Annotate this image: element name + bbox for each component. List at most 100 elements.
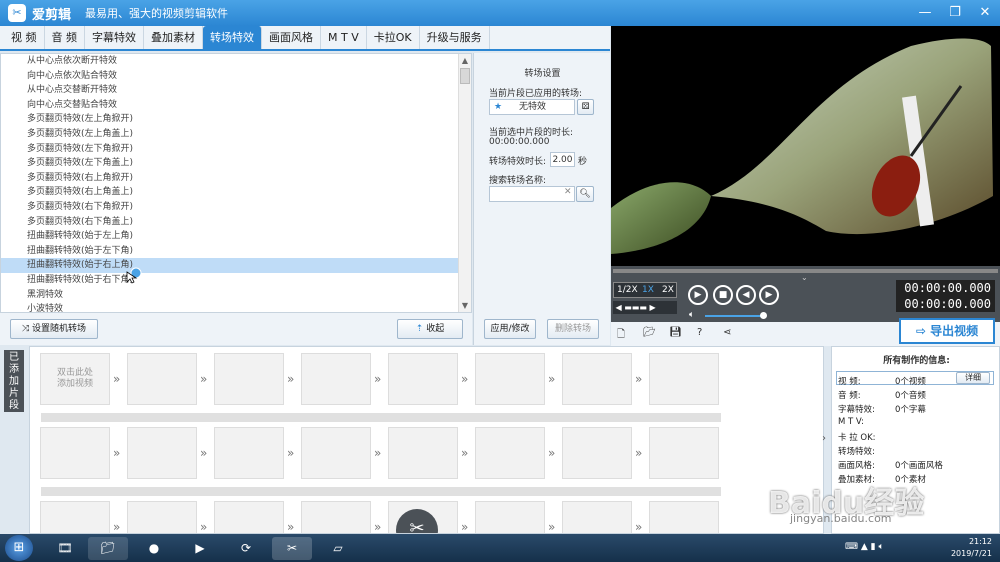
delete-transition-button[interactable]: 删除转场 xyxy=(547,319,599,339)
timeline-clip-slot[interactable] xyxy=(475,353,545,405)
effect-item[interactable]: 多页翻页特效(右上角掀开) xyxy=(1,171,459,186)
tab-4[interactable]: 转场特效 xyxy=(203,26,262,49)
media-player-icon[interactable]: 🎞︎ xyxy=(45,537,85,560)
clock-date: 2019/7/21 xyxy=(950,549,992,558)
update-icon[interactable]: ⟳ xyxy=(226,537,266,560)
start-button-icon[interactable]: ⊞ xyxy=(5,535,33,561)
timeline-clip-slot[interactable] xyxy=(562,353,632,405)
effect-item[interactable]: 从中心点依次断开特效 xyxy=(1,54,459,69)
effect-item[interactable]: 扭曲翻转特效(始于右上角) xyxy=(1,258,459,273)
timeline-clip-slot[interactable] xyxy=(127,427,197,479)
tab-5[interactable]: 画面风格 xyxy=(262,26,321,49)
timeline-clip-slot[interactable] xyxy=(475,501,545,533)
timeline-clip-slot[interactable] xyxy=(301,353,371,405)
tab-1[interactable]: 音 频 xyxy=(45,26,85,49)
effect-item[interactable]: 黑洞特效 xyxy=(1,288,459,303)
effect-item[interactable]: 多页翻页特效(左下角掀开) xyxy=(1,142,459,157)
timeline-clip-slot[interactable] xyxy=(301,501,371,533)
prev-frame-icon[interactable]: ◀ xyxy=(736,285,756,305)
timeline-clip-slot[interactable] xyxy=(562,427,632,479)
video-preview[interactable] xyxy=(611,26,1000,266)
speed-double[interactable]: 2X xyxy=(662,285,674,295)
effect-time-input[interactable]: 2.00 xyxy=(550,152,575,167)
help-icon[interactable]: ? xyxy=(697,327,702,338)
next-frame-icon[interactable]: ▶ xyxy=(759,285,779,305)
timeline-clip-slot[interactable] xyxy=(127,501,197,533)
effect-item[interactable]: 多页翻页特效(左下角盖上) xyxy=(1,156,459,171)
detail-button[interactable]: 详细 xyxy=(956,372,990,384)
volume-slider[interactable] xyxy=(705,315,763,317)
timeline-clip-slot[interactable] xyxy=(214,427,284,479)
search-icon[interactable]: 🔍︎ xyxy=(576,186,594,202)
share-icon[interactable]: ⋖ xyxy=(723,327,731,338)
file-explorer-icon[interactable]: 📁︎ xyxy=(88,537,128,560)
maximize-icon[interactable]: ❐ xyxy=(940,0,970,26)
collapse-button[interactable]: ⇡ 收起 xyxy=(397,319,463,339)
add-video-hint: 双击此处 添加视频 xyxy=(56,368,93,389)
minimize-icon[interactable]: — xyxy=(910,0,940,26)
timeline-clip-slot[interactable] xyxy=(475,427,545,479)
effect-dice-icon[interactable]: ⚄ xyxy=(577,99,594,115)
timeline-clip-slot[interactable] xyxy=(214,501,284,533)
stop-icon[interactable]: ■ xyxy=(713,285,733,305)
tab-2[interactable]: 字幕特效 xyxy=(85,26,144,49)
notes-icon[interactable]: ▱ xyxy=(318,537,358,560)
scroll-down-icon[interactable]: ▼ xyxy=(459,299,471,312)
timeline-clip-slot[interactable] xyxy=(388,427,458,479)
timeline-clip-slot[interactable] xyxy=(649,501,719,533)
tray-icons[interactable]: ⌨ ▲ ▮ 🔈︎ xyxy=(845,542,884,552)
effect-item[interactable]: 向中心点依次贴合特效 xyxy=(1,69,459,84)
volume-icon[interactable]: 🔈︎ xyxy=(689,310,694,320)
expand-icon[interactable]: ⌄ xyxy=(801,273,808,282)
export-video-button[interactable]: ⇨ 导出视频 xyxy=(899,318,995,344)
timeline-clip-slot[interactable]: 双击此处 添加视频 xyxy=(40,353,110,405)
tab-0[interactable]: 视 频 xyxy=(4,26,45,49)
timeline-clip-slot[interactable] xyxy=(127,353,197,405)
timeline-clip-slot[interactable] xyxy=(40,501,110,533)
effect-item[interactable]: 扭曲翻转特效(始于左下角) xyxy=(1,244,459,259)
new-project-icon[interactable]: 🗋︎ xyxy=(617,327,625,344)
effect-item[interactable]: 多页翻页特效(右下角盖上) xyxy=(1,215,459,230)
effect-item[interactable]: 从中心点交替断开特效 xyxy=(1,83,459,98)
timeline-clip-slot[interactable] xyxy=(649,353,719,405)
effects-scrollbar[interactable]: ▲ ▼ xyxy=(458,54,471,312)
effect-item[interactable]: 向中心点交替贴合特效 xyxy=(1,98,459,113)
effect-item[interactable]: 多页翻页特效(左上角盖上) xyxy=(1,127,459,142)
tab-8[interactable]: 升级与服务 xyxy=(420,26,490,49)
added-clips-tab[interactable]: 已添加片段 xyxy=(4,350,24,412)
clear-icon[interactable]: ✕ xyxy=(564,187,572,197)
tab-3[interactable]: 叠加素材 xyxy=(144,26,203,49)
effect-item[interactable]: 多页翻页特效(右下角掀开) xyxy=(1,200,459,215)
timeline-clip-slot[interactable] xyxy=(40,427,110,479)
play-icon[interactable]: ▶ xyxy=(688,285,708,305)
save-icon[interactable]: 💾︎ xyxy=(669,327,682,338)
collapse-info-icon[interactable]: › xyxy=(822,433,826,444)
system-clock[interactable]: 21:12 2019/7/21 xyxy=(951,536,992,560)
effect-item[interactable]: 扭曲翻转特效(始于左上角) xyxy=(1,229,459,244)
effect-item[interactable]: 多页翻页特效(右上角盖上) xyxy=(1,185,459,200)
effect-item[interactable]: 扭曲翻转特效(始于右下角) xyxy=(1,273,459,288)
timeline-clip-slot[interactable] xyxy=(301,427,371,479)
tab-6[interactable]: M T V xyxy=(321,26,367,49)
timeline-clip-slot[interactable] xyxy=(562,501,632,533)
speed-normal[interactable]: 1X xyxy=(642,285,654,295)
firefox-icon[interactable]: ● xyxy=(134,537,174,560)
close-icon[interactable]: ✕ xyxy=(970,0,1000,26)
aijianji-taskbar-icon[interactable]: ✂ xyxy=(272,537,312,560)
frame-step-control[interactable]: ◀ ▬▬▬ ▶ xyxy=(613,301,677,314)
open-folder-icon[interactable]: 📂︎ xyxy=(643,327,656,338)
speed-half[interactable]: 1/2X xyxy=(617,285,638,295)
search-input[interactable] xyxy=(489,186,575,202)
tab-7[interactable]: 卡拉OK xyxy=(367,26,420,49)
volume-knob[interactable] xyxy=(760,312,767,319)
timeline-clip-slot[interactable] xyxy=(388,353,458,405)
media-app-icon[interactable]: ▶ xyxy=(180,537,220,560)
scroll-thumb[interactable] xyxy=(460,68,470,84)
scroll-up-icon[interactable]: ▲ xyxy=(459,54,471,67)
effect-item[interactable]: 小波特效 xyxy=(1,302,459,312)
timeline-clip-slot[interactable] xyxy=(649,427,719,479)
apply-button[interactable]: 应用/修改 xyxy=(484,319,536,339)
random-transition-button[interactable]: ⤨ 设置随机转场 xyxy=(10,319,98,339)
timeline-clip-slot[interactable] xyxy=(214,353,284,405)
effect-item[interactable]: 多页翻页特效(左上角掀开) xyxy=(1,112,459,127)
